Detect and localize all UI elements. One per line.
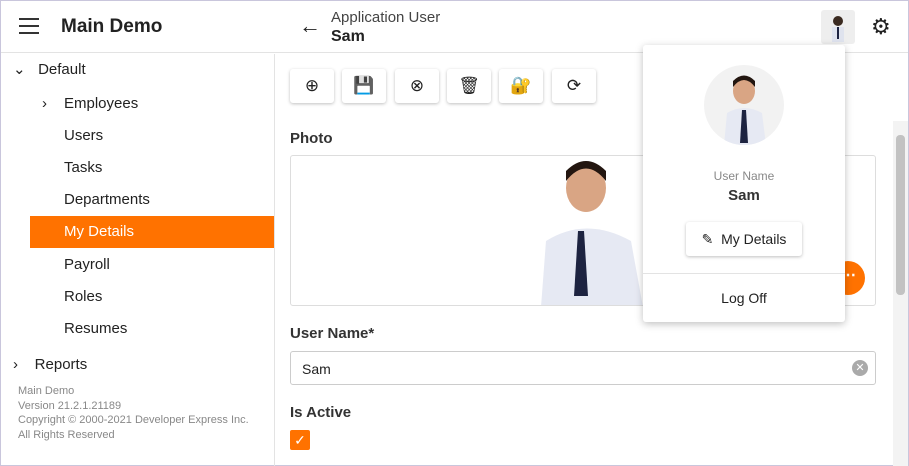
footer-line: Main Demo xyxy=(18,384,249,399)
my-details-button[interactable]: ✎ My Details xyxy=(686,222,802,256)
chevron-right-icon: › xyxy=(42,88,47,120)
new-button[interactable]: ⊕ xyxy=(290,69,334,103)
photo-label: Photo xyxy=(290,130,333,147)
sidebar-item-tasks[interactable]: Tasks xyxy=(30,152,274,184)
sidebar-item-users[interactable]: Users xyxy=(30,120,274,152)
divider xyxy=(643,273,845,274)
view-title: Application User xyxy=(331,9,440,26)
view-subtitle: Sam xyxy=(331,28,365,46)
my-details-label: My Details xyxy=(721,231,786,247)
refresh-button[interactable]: ⟳ xyxy=(552,69,596,103)
pencil-icon: ✎ xyxy=(702,231,714,247)
nav-group-reports[interactable]: › Reports xyxy=(13,356,87,373)
sidebar-item-payroll[interactable]: Payroll xyxy=(30,249,274,281)
footer-version: Version 21.2.1.21189 xyxy=(18,399,249,414)
app-title: Main Demo xyxy=(61,16,162,38)
menu-icon[interactable] xyxy=(19,18,39,34)
popup-user-name-caption: User Name xyxy=(643,169,845,183)
nav-group-label: Default xyxy=(38,61,86,78)
user-avatar-button[interactable] xyxy=(821,10,855,44)
close-circle-icon: ⊗ xyxy=(410,76,424,95)
scrollbar-thumb[interactable] xyxy=(896,135,905,295)
delete-button[interactable]: 🗑 xyxy=(447,69,491,103)
nav-label: Employees xyxy=(64,95,138,112)
plus-circle-icon: ⊕ xyxy=(305,76,319,95)
sidebar-item-my-details[interactable]: My Details xyxy=(30,216,274,248)
user-name-value: Sam xyxy=(302,361,331,377)
user-name-label: User Name* xyxy=(290,325,374,342)
is-active-checkbox[interactable]: ✓ xyxy=(290,430,310,450)
user-name-input[interactable]: Sam ✕ xyxy=(290,351,876,385)
sidebar-item-roles[interactable]: Roles xyxy=(30,281,274,313)
scrollbar[interactable] xyxy=(893,121,908,466)
settings-gear-icon[interactable]: ⚙ xyxy=(871,14,891,40)
nav-group-label: Reports xyxy=(35,356,88,373)
footer: Main Demo Version 21.2.1.21189 Copyright… xyxy=(18,384,249,442)
is-active-label: Is Active xyxy=(290,404,351,421)
footer-copyright: Copyright © 2000-2021 Developer Express … xyxy=(18,413,249,428)
chevron-right-icon: › xyxy=(13,356,18,373)
refresh-icon: ⟳ xyxy=(567,76,581,95)
chevron-down-icon: ⌄ xyxy=(13,61,26,78)
footer-rights: All Rights Reserved xyxy=(18,428,249,443)
trash-icon: 🗑 xyxy=(458,76,480,95)
nav-group-default[interactable]: ⌄ Default xyxy=(13,60,86,78)
cancel-button[interactable]: ⊗ xyxy=(395,69,439,103)
popup-avatar xyxy=(704,65,784,145)
popup-user-name: Sam xyxy=(643,187,845,204)
sidebar-item-employees[interactable]: › Employees xyxy=(30,88,274,120)
back-arrow-icon[interactable]: ← xyxy=(299,13,321,39)
log-off-button[interactable]: Log Off xyxy=(643,283,845,313)
save-button[interactable]: 💾 xyxy=(342,69,386,103)
lock-key-icon: 🔐 xyxy=(510,76,531,95)
save-icon: 💾 xyxy=(353,76,374,95)
sidebar-item-resumes[interactable]: Resumes xyxy=(30,313,274,345)
clear-icon[interactable]: ✕ xyxy=(852,360,868,376)
user-popup: User Name Sam ✎ My Details Log Off xyxy=(643,45,845,322)
change-password-button[interactable]: 🔐 xyxy=(499,69,543,103)
sidebar-item-departments[interactable]: Departments xyxy=(30,184,274,216)
